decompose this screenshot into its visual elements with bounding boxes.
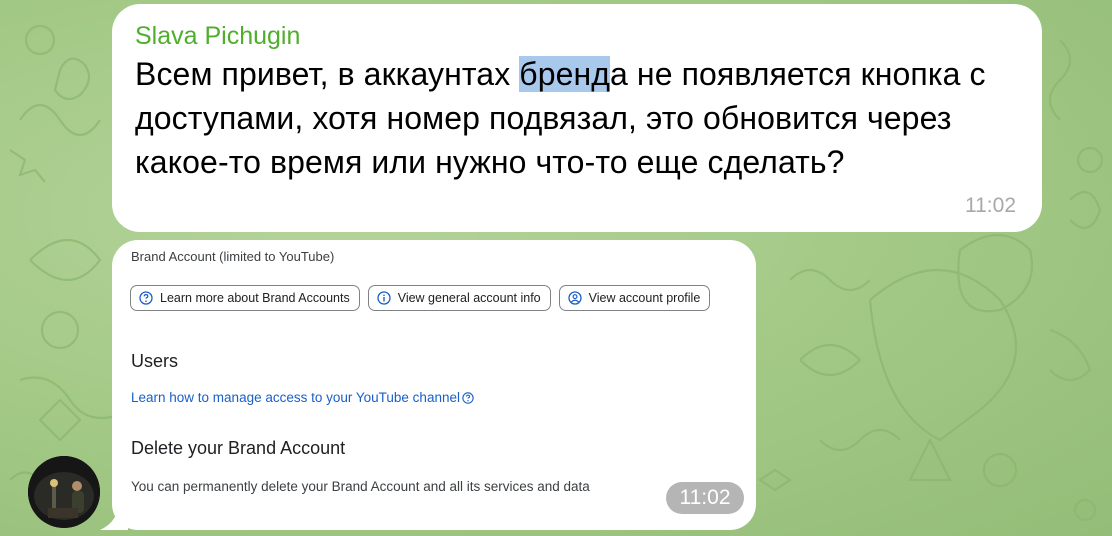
- view-account-profile-label: View account profile: [588, 291, 701, 305]
- brand-account-title: Brand Account (limited to YouTube): [131, 249, 335, 264]
- selected-text: бренд: [519, 56, 611, 92]
- help-circle-icon: [139, 291, 153, 305]
- image-message-time: 11:02: [666, 482, 744, 514]
- delete-description: You can permanently delete your Brand Ac…: [131, 479, 590, 494]
- message-bubble[interactable]: Slava Pichugin Всем привет, в аккаунтах …: [112, 4, 1042, 232]
- delete-heading: Delete your Brand Account: [131, 438, 346, 458]
- account-circle-icon: [567, 291, 582, 305]
- sender-name[interactable]: Slava Pichugin: [135, 22, 300, 51]
- avatar-photo: [28, 456, 100, 528]
- image-message[interactable]: Brand Account (limited to YouTube) Learn…: [112, 240, 756, 530]
- help-circle-icon: [462, 392, 474, 404]
- message-time: 11:02: [965, 194, 1016, 217]
- avatar[interactable]: [28, 456, 100, 528]
- learn-more-button[interactable]: Learn more about Brand Accounts: [130, 285, 360, 311]
- message-text: Всем привет, в аккаунтах бренда не появл…: [135, 52, 1035, 184]
- button-row: Learn more about Brand Accounts View gen…: [130, 285, 711, 311]
- info-icon: [377, 291, 391, 305]
- view-general-info-button[interactable]: View general account info: [367, 285, 551, 311]
- learn-more-label: Learn more about Brand Accounts: [160, 291, 350, 305]
- manage-access-link[interactable]: Learn how to manage access to your YouTu…: [131, 390, 474, 405]
- message-text-part: Всем привет, в аккаунтах: [135, 56, 520, 92]
- manage-access-link-text: Learn how to manage access to your YouTu…: [131, 390, 460, 405]
- view-account-profile-button[interactable]: View account profile: [558, 285, 711, 311]
- view-general-info-label: View general account info: [397, 291, 541, 305]
- users-heading: Users: [131, 351, 179, 371]
